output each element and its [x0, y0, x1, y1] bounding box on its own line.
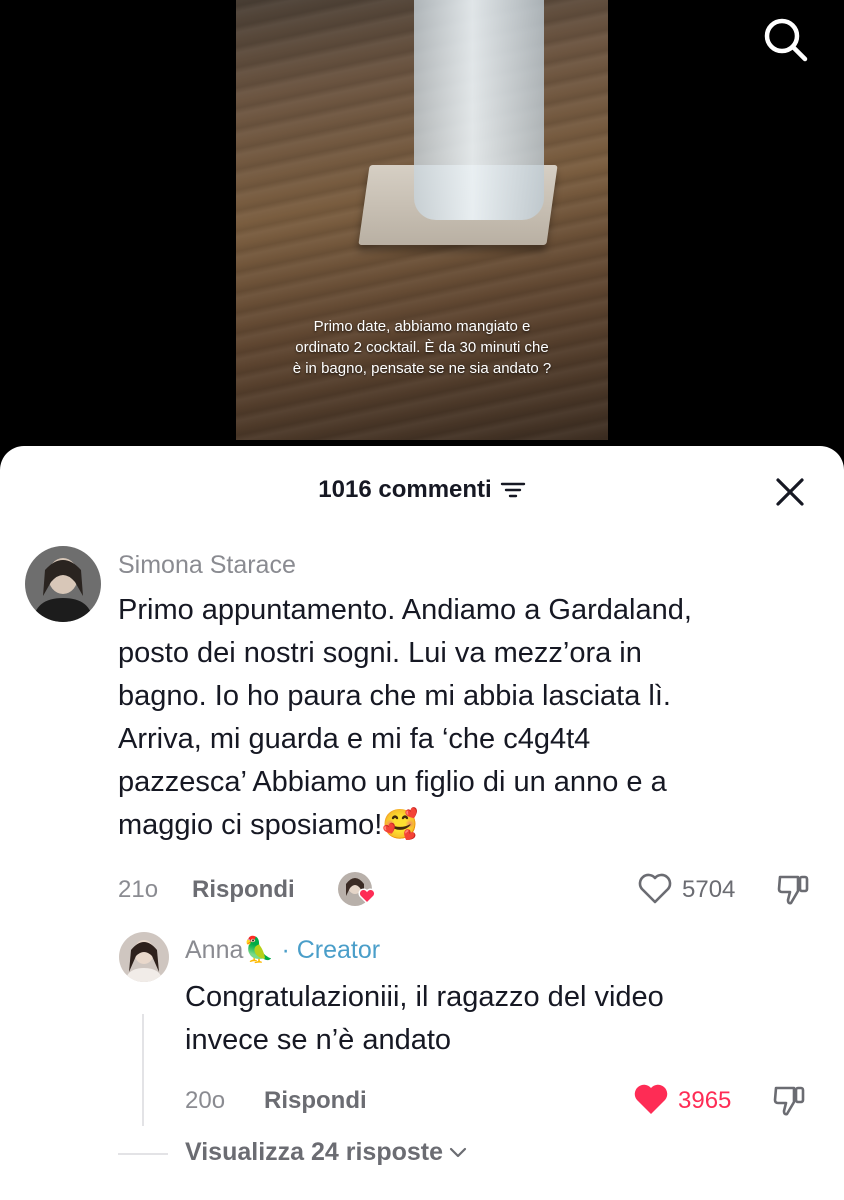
comment-reply-button[interactable]: Rispondi [192, 876, 295, 904]
filter-icon[interactable] [500, 480, 526, 500]
reply-thumbs-down-icon[interactable] [772, 1082, 806, 1118]
reply-reply-button[interactable]: Rispondi [264, 1087, 367, 1115]
comment-text: Primo appuntamento. Andiamo a Gardaland,… [118, 594, 692, 841]
video-area[interactable]: Primo date, abbiamo mangiato e ordinato … [0, 0, 844, 460]
view-replies-button[interactable]: Visualizza 24 risposte [185, 1138, 467, 1167]
video-caption: Primo date, abbiamo mangiato e ordinato … [292, 318, 552, 377]
view-replies-label: Visualizza 24 risposte [185, 1138, 443, 1166]
reply-like-count: 3965 [678, 1087, 732, 1114]
reply-age: 20o [185, 1087, 226, 1114]
avatar[interactable] [25, 546, 101, 622]
search-button[interactable] [760, 14, 810, 64]
creator-label: · Creator [281, 936, 381, 964]
reply-avatar[interactable] [119, 932, 169, 982]
thumbs-down-icon[interactable] [776, 871, 810, 907]
close-icon [776, 478, 804, 506]
comment-author[interactable]: Simona Starace [118, 551, 296, 580]
comments-count: 1016 commenti [318, 476, 492, 503]
comment-age: 21o [118, 876, 159, 903]
search-icon [764, 18, 808, 62]
video-player[interactable]: Primo date, abbiamo mangiato e ordinato … [236, 0, 608, 440]
comment-like-count: 5704 [682, 876, 736, 903]
reply-text: Congratulazioniii, il ragazzo del video … [185, 981, 664, 1056]
heart-icon[interactable] [637, 873, 673, 905]
reply-author-row: Anna🦜 · Creator [185, 936, 380, 965]
comments-count-row: 1016 commenti [0, 476, 844, 504]
reply-author[interactable]: Anna🦜 [185, 936, 275, 964]
chevron-down-icon [449, 1147, 467, 1157]
comments-sheet: 1016 commenti Simona Starace Primo appun [0, 446, 844, 1200]
comments-header: 1016 commenti [0, 446, 844, 536]
reply-thread-line [142, 1014, 144, 1126]
liked-heart-icon[interactable] [632, 1083, 670, 1117]
view-replies-divider [118, 1153, 168, 1155]
close-button[interactable] [772, 474, 808, 510]
video-glass [414, 0, 544, 220]
creator-like-heart-icon [358, 888, 376, 904]
